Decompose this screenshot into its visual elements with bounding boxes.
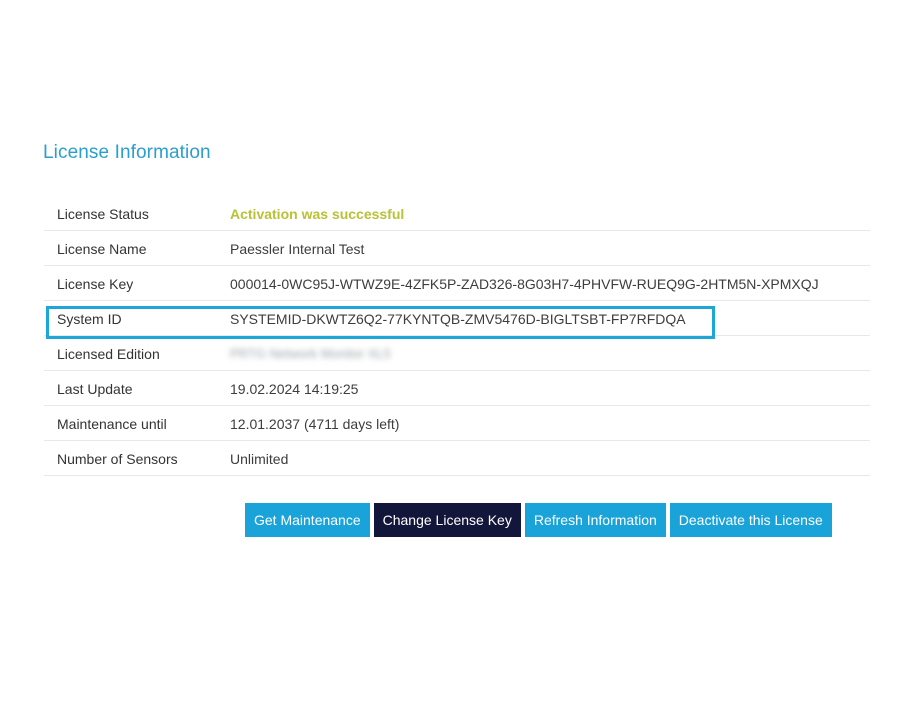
action-buttons: Get Maintenance Change License Key Refre… bbox=[245, 503, 832, 537]
get-maintenance-button[interactable]: Get Maintenance bbox=[245, 503, 370, 537]
license-status-value: Activation was successful bbox=[230, 206, 405, 222]
maintenance-until-label: Maintenance until bbox=[57, 416, 167, 432]
license-key-label: License Key bbox=[57, 276, 134, 292]
system-id-label: System ID bbox=[57, 311, 122, 327]
license-status-label: License Status bbox=[57, 206, 149, 222]
change-license-key-button[interactable]: Change License Key bbox=[373, 503, 521, 537]
number-of-sensors-value: Unlimited bbox=[230, 451, 289, 467]
row-license-status: License Status Activation was successful bbox=[44, 196, 870, 231]
row-maintenance-until: Maintenance until 12.01.2037 (4711 days … bbox=[44, 406, 870, 441]
last-update-label: Last Update bbox=[57, 381, 133, 397]
license-table: License Status Activation was successful… bbox=[44, 196, 870, 476]
license-name-label: License Name bbox=[57, 241, 147, 257]
maintenance-until-value: 12.01.2037 (4711 days left) bbox=[230, 416, 400, 432]
row-system-id: System ID SYSTEMID-DKWTZ6Q2-77KYNTQB-ZMV… bbox=[44, 301, 870, 336]
row-licensed-edition: Licensed Edition PRTG Network Monitor XL… bbox=[44, 336, 870, 371]
refresh-information-button[interactable]: Refresh Information bbox=[524, 503, 666, 537]
deactivate-license-button[interactable]: Deactivate this License bbox=[669, 503, 832, 537]
row-license-key: License Key 000014-0WC95J-WTWZ9E-4ZFK5P-… bbox=[44, 266, 870, 301]
row-license-name: License Name Paessler Internal Test bbox=[44, 231, 870, 266]
page-title: License Information bbox=[43, 142, 211, 163]
row-last-update: Last Update 19.02.2024 14:19:25 bbox=[44, 371, 870, 406]
license-page: License Information License Status Activ… bbox=[0, 0, 910, 720]
license-key-value: 000014-0WC95J-WTWZ9E-4ZFK5P-ZAD326-8G03H… bbox=[230, 276, 819, 292]
last-update-value: 19.02.2024 14:19:25 bbox=[230, 381, 359, 397]
system-id-value: SYSTEMID-DKWTZ6Q2-77KYNTQB-ZMV5476D-BIGL… bbox=[230, 311, 686, 327]
licensed-edition-label: Licensed Edition bbox=[57, 346, 160, 362]
license-name-value: Paessler Internal Test bbox=[230, 241, 365, 257]
row-number-of-sensors: Number of Sensors Unlimited bbox=[44, 441, 870, 476]
number-of-sensors-label: Number of Sensors bbox=[57, 451, 178, 467]
licensed-edition-value: PRTG Network Monitor XL5 bbox=[230, 346, 391, 361]
